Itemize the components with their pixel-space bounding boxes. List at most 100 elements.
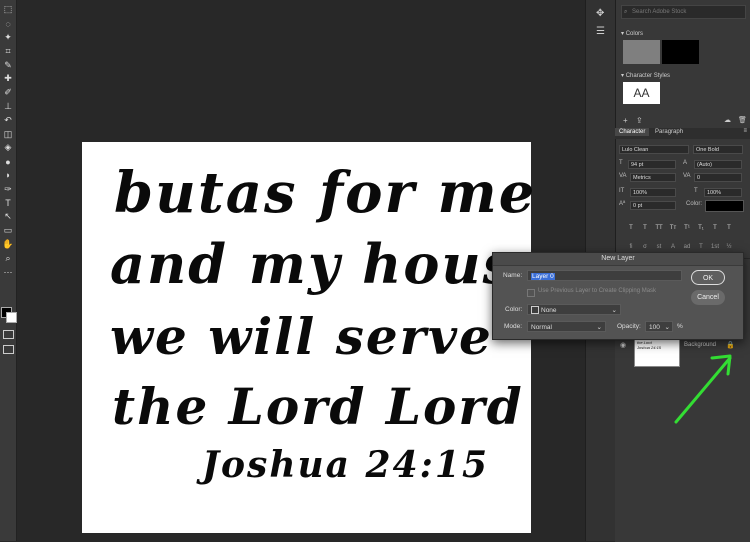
text-color-swatch[interactable] <box>705 200 744 212</box>
color-select-value: None <box>541 307 557 314</box>
type-style-button-4[interactable]: T¹ <box>680 225 694 231</box>
leading-icon: A <box>683 160 687 166</box>
type-icon[interactable]: T <box>0 196 16 210</box>
trash-icon[interactable]: 🗑 <box>738 116 747 124</box>
crop-icon[interactable]: ⌗ <box>0 44 16 58</box>
clipping-mask-label: Use Previous Layer to Create Clipping Ma… <box>538 288 656 294</box>
opentype-button-4[interactable]: ad <box>680 244 694 250</box>
properties-panel-toggle-icon[interactable]: ☰ <box>596 26 605 37</box>
vertical-scale-field[interactable]: 100% <box>630 188 676 197</box>
opentype-button-3[interactable]: A <box>666 244 680 250</box>
background-swatch[interactable] <box>6 312 17 323</box>
opentype-button-0[interactable]: fi <box>624 244 638 250</box>
search-placeholder: Search Adobe Stock <box>632 9 686 15</box>
dodge-icon[interactable]: ◗ <box>0 169 16 183</box>
colors-panel-title[interactable]: ▾ Colors <box>616 28 648 39</box>
mode-label: Mode: <box>504 323 522 330</box>
add-style-icon[interactable]: + <box>623 116 628 125</box>
tools-panel-toggle-icon[interactable]: ✥ <box>596 8 604 19</box>
type-style-button-3[interactable]: Tт <box>666 225 680 231</box>
history-brush-icon[interactable]: ↶ <box>0 113 16 127</box>
magic-wand-icon[interactable]: ✦ <box>0 31 16 45</box>
opentype-button-6[interactable]: 1st <box>708 244 722 250</box>
upload-icon[interactable]: ⇪ <box>636 116 643 125</box>
font-size-icon: T <box>619 160 623 166</box>
baseline-shift-field[interactable]: 0 pt <box>630 201 676 210</box>
libraries-search-input[interactable]: ⌕ Search Adobe Stock <box>621 5 746 19</box>
blur-icon[interactable]: ● <box>0 155 16 169</box>
font-style-select[interactable]: One Bold <box>693 145 743 154</box>
tracking-icon: VA <box>683 173 691 179</box>
cloud-icon[interactable]: ☁ <box>724 116 731 124</box>
type-style-button-7[interactable]: T <box>722 225 736 231</box>
chevron-down-icon: ⌄ <box>612 305 617 316</box>
quick-mask-icon[interactable] <box>3 330 14 339</box>
horizontal-scale-field[interactable]: 100% <box>704 188 742 197</box>
layer-name-value: Layer 0 <box>531 273 555 280</box>
zoom-icon[interactable]: ⌕ <box>0 251 16 265</box>
type-style-button-6[interactable]: T <box>708 225 722 231</box>
document-canvas[interactable]: butas for me and my house we will serve … <box>82 142 531 533</box>
visibility-eye-icon[interactable]: ◉ <box>620 341 626 349</box>
lettering-line-2: and my house <box>110 232 551 296</box>
opentype-button-1[interactable]: σ <box>638 244 652 250</box>
tab-character[interactable]: Character <box>615 128 649 136</box>
kerning-icon: VA <box>619 173 627 179</box>
background-color-swatch[interactable] <box>662 40 699 64</box>
character-panel-tabs: Character Paragraph ≡ <box>615 128 750 139</box>
tracking-field[interactable]: 0 <box>694 173 742 182</box>
chevron-down-icon: ⌄ <box>597 322 602 333</box>
lettering-line-1: butas for me <box>114 160 536 226</box>
baseline-shift-icon: Aª <box>619 201 625 207</box>
leading-field[interactable]: (Auto) <box>694 160 742 169</box>
eraser-icon[interactable]: ◫ <box>0 127 16 141</box>
clipping-mask-checkbox[interactable] <box>527 289 535 297</box>
more-icon[interactable]: ⋯ <box>0 265 16 279</box>
dialog-title: New Layer <box>493 253 743 266</box>
character-styles-panel-title[interactable]: ▾ Character Styles <box>616 70 675 81</box>
mode-select[interactable]: Normal ⌄ <box>527 321 606 332</box>
rectangle-icon[interactable]: ▭ <box>0 224 16 238</box>
type-style-button-1[interactable]: T <box>638 225 652 231</box>
layer-name-input[interactable]: Layer 0 <box>527 270 682 281</box>
panel-menu-icon[interactable]: ≡ <box>743 128 747 134</box>
color-label: Color: <box>686 201 702 207</box>
tools-panel: ⬚◌✦⌗✎✚✐⊥↶◫◈●◗✑T↖▭✋⌕⋯ <box>0 0 17 541</box>
opacity-value: 100 <box>649 324 660 331</box>
lettering-line-3: we will serve <box>110 307 493 366</box>
paint-bucket-icon[interactable]: ◈ <box>0 141 16 155</box>
opentype-button-2[interactable]: st <box>652 244 666 250</box>
lasso-icon[interactable]: ◌ <box>0 17 16 31</box>
mode-select-value: Normal <box>531 324 552 331</box>
opentype-button-7[interactable]: ½ <box>722 244 736 250</box>
type-style-button-5[interactable]: T₁ <box>694 225 708 231</box>
font-size-field[interactable]: 94 pt <box>628 160 676 169</box>
brush-icon[interactable]: ✐ <box>0 86 16 100</box>
kerning-field[interactable]: Metrics <box>630 173 676 182</box>
font-family-select[interactable]: Lulo Clean <box>619 145 689 154</box>
pen-icon[interactable]: ✑ <box>0 182 16 196</box>
marquee-icon[interactable]: ⬚ <box>0 3 16 17</box>
new-layer-dialog: New Layer Name: Layer 0 Use Previous Lay… <box>492 252 744 340</box>
type-style-buttons: TTTTTтT¹T₁TT <box>624 216 744 226</box>
vertical-scale-icon: IT <box>619 188 624 194</box>
opacity-input[interactable]: 100 ⌄ <box>645 321 673 332</box>
color-select[interactable]: None ⌄ <box>527 304 621 315</box>
healing-icon[interactable]: ✚ <box>0 72 16 86</box>
type-style-button-2[interactable]: TT <box>652 225 666 231</box>
tab-paragraph[interactable]: Paragraph <box>651 128 687 136</box>
opentype-buttons: fiσstAadT1st½ <box>624 235 744 245</box>
screen-mode-icon[interactable] <box>3 345 14 354</box>
cancel-button[interactable]: Cancel <box>691 290 725 305</box>
stamp-icon[interactable]: ⊥ <box>0 100 16 114</box>
opentype-button-5[interactable]: T <box>694 244 708 250</box>
hand-icon[interactable]: ✋ <box>0 238 16 252</box>
ok-button[interactable]: OK <box>691 270 725 285</box>
type-style-button-0[interactable]: T <box>624 225 638 231</box>
foreground-color-swatch[interactable] <box>623 40 660 64</box>
eyedropper-icon[interactable]: ✎ <box>0 58 16 72</box>
name-label: Name: <box>503 272 522 279</box>
character-style-preview[interactable]: AA <box>623 82 660 104</box>
character-styles-title-text: Character Styles <box>626 73 670 79</box>
path-select-icon[interactable]: ↖ <box>0 210 16 224</box>
